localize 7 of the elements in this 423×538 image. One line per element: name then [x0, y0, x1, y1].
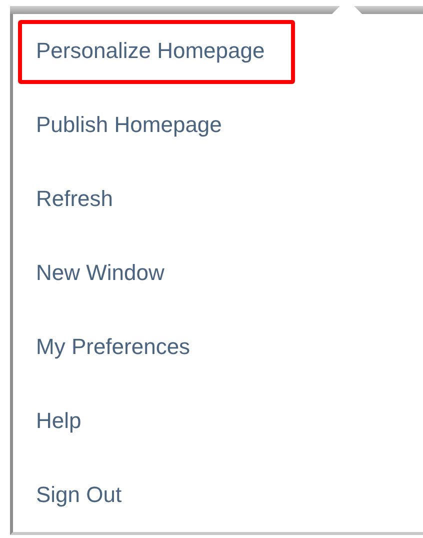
- menu-item[interactable]: New Window: [13, 236, 423, 310]
- menu-item[interactable]: Help: [13, 384, 423, 458]
- menu-item[interactable]: Publish Homepage: [13, 88, 423, 162]
- menu-item[interactable]: Personalize Homepage: [13, 14, 423, 88]
- menu-item[interactable]: Sign Out: [13, 458, 423, 532]
- menu-item[interactable]: Refresh: [13, 162, 423, 236]
- menu-item[interactable]: My Preferences: [13, 310, 423, 384]
